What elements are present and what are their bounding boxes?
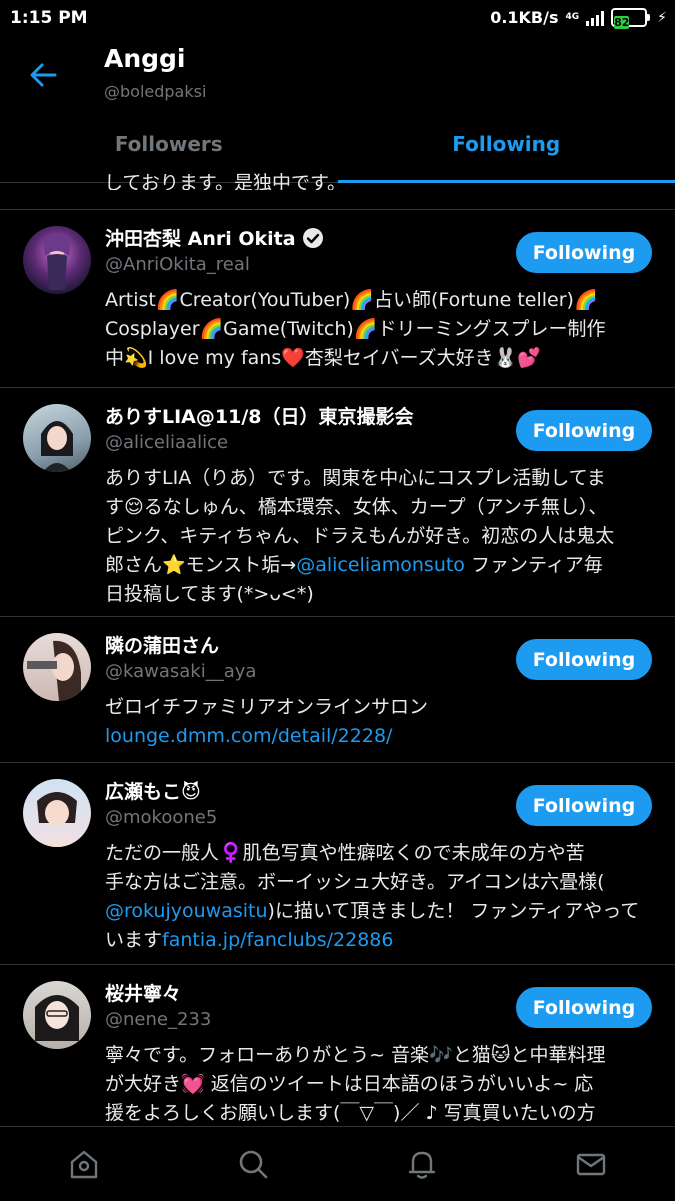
following-button[interactable]: Following (516, 639, 652, 680)
profile-header: Anggi @boledpaksi (0, 36, 675, 120)
bio-line: Artist🌈Creator(YouTuber)🌈占い師(Fortune tel… (105, 286, 650, 315)
bio-link[interactable]: fantia.jp/fanclubs/22886 (162, 929, 393, 951)
battery-icon: 82 (611, 8, 650, 27)
name-row: 隣の蒲田さん (105, 631, 219, 658)
bio-line: 日投稿してます(*>ᴗ<*) (105, 580, 650, 609)
avatar[interactable] (23, 633, 91, 701)
bio-line: ピンク、キティちゃん、ドラえもんが好き。初恋の人は鬼太 (105, 522, 650, 551)
following-button[interactable]: Following (516, 232, 652, 273)
bio-line: Cosplayer🌈Game(Twitch)🌈ドリーミングスプレー制作 (105, 315, 650, 344)
bell-icon[interactable] (402, 1144, 442, 1184)
bio-text: )に描いて頂きました！ ファンティアやって (268, 900, 640, 922)
home-icon[interactable] (64, 1144, 104, 1184)
avatar[interactable] (23, 226, 91, 294)
bio-line: す😌るなしゅん、橋本環奈、女体、カープ（アンチ無し）、 (105, 493, 650, 522)
bio-link[interactable]: lounge.dmm.com/detail/2228/ (105, 722, 650, 751)
verified-badge-icon (302, 227, 324, 249)
avatar[interactable] (23, 404, 91, 472)
user-handle[interactable]: @kawasaki__aya (105, 661, 256, 682)
user-bio: ただの一般人♀️肌色写真や性癖呟くので未成年の方や苦 手な方はご注意。ボーイッシ… (105, 839, 650, 955)
bio-text: 郎さん⭐モンスト垢→ (105, 554, 296, 576)
bio-line: いますfantia.jp/fanclubs/22886 (105, 926, 650, 955)
signal-icon (586, 10, 604, 26)
user-bio: ゼロイチファミリアオンラインサロン lounge.dmm.com/detail/… (105, 693, 650, 751)
previous-bio-cutoff: しております。是独中です。 (104, 170, 664, 190)
user-handle[interactable]: @aliceliaalice (105, 432, 228, 453)
bio-line: 寧々です。フォローありがとう~ 音楽🎶と猫🐱と中華料理 (105, 1041, 650, 1070)
user-bio: Artist🌈Creator(YouTuber)🌈占い師(Fortune tel… (105, 286, 650, 373)
name-row: ありすLIA@11/8（日）東京撮影会 (105, 402, 413, 429)
user-name[interactable]: 隣の蒲田さん (105, 631, 219, 658)
bio-line: 手な方はご注意。ボーイッシュ大好き。アイコンは六畳様( (105, 868, 650, 897)
status-bar: 1:15 PM 0.1KB/s 4G 82 ⚡ (0, 0, 675, 36)
status-indicators: 0.1KB/s 4G 82 ⚡ (490, 8, 667, 27)
network-type: 4G (566, 13, 580, 22)
profile-handle: @boledpaksi (104, 82, 206, 101)
following-button[interactable]: Following (516, 785, 652, 826)
list-item[interactable]: 隣の蒲田さん @kawasaki__aya Following ゼロイチファミリ… (0, 616, 675, 762)
following-list: 沖田杏梨 Anri Okita @AnriOkita_real Followin… (0, 209, 675, 1135)
list-item[interactable]: ありすLIA@11/8（日）東京撮影会 @aliceliaalice Follo… (0, 387, 675, 616)
user-name[interactable]: 桜井寧々 (105, 979, 181, 1006)
bottom-navigation (0, 1126, 675, 1201)
user-handle[interactable]: @AnriOkita_real (105, 254, 250, 275)
charging-icon: ⚡ (657, 10, 667, 26)
user-handle[interactable]: @nene_233 (105, 1009, 211, 1030)
bio-line: ゼロイチファミリアオンラインサロン (105, 693, 650, 722)
user-bio: 寧々です。フォローありがとう~ 音楽🎶と猫🐱と中華料理 が大好き💓 返信のツイー… (105, 1041, 650, 1128)
mention-link[interactable]: @rokujyouwasitu (105, 900, 268, 922)
user-name[interactable]: ありすLIA@11/8（日）東京撮影会 (105, 402, 413, 429)
bio-line: ただの一般人♀️肌色写真や性癖呟くので未成年の方や苦 (105, 839, 650, 868)
battery-level: 82 (614, 16, 629, 29)
mention-link[interactable]: @aliceliamonsuto (296, 554, 465, 576)
avatar[interactable] (23, 779, 91, 847)
following-button[interactable]: Following (516, 987, 652, 1028)
bio-line: が大好き💓 返信のツイートは日本語のほうがいいよ~ 応 (105, 1070, 650, 1099)
list-item[interactable]: 桜井寧々 @nene_233 Following 寧々です。フォローありがとう~… (0, 964, 675, 1135)
user-name[interactable]: 広瀬もこ😈 (105, 777, 201, 804)
bio-line: ありすLIA（りあ）です。関東を中心にコスプレ活動してま (105, 464, 650, 493)
user-name[interactable]: 沖田杏梨 Anri Okita (105, 224, 296, 251)
list-item[interactable]: 沖田杏梨 Anri Okita @AnriOkita_real Followin… (0, 209, 675, 387)
mail-icon[interactable] (571, 1144, 611, 1184)
search-icon[interactable] (233, 1144, 273, 1184)
avatar[interactable] (23, 981, 91, 1049)
bio-text: います (105, 929, 162, 951)
name-row: 沖田杏梨 Anri Okita (105, 224, 324, 251)
user-handle[interactable]: @mokoone5 (105, 807, 217, 828)
bio-line: 援をよろしくお願いします(￣▽￣)／ ♪ 写真買いたいの方 (105, 1099, 650, 1128)
bio-line: @rokujyouwasitu)に描いて頂きました！ ファンティアやって (105, 897, 650, 926)
bio-line: 郎さん⭐モンスト垢→@aliceliamonsuto ファンティア毎 (105, 551, 650, 580)
bio-line: 中💫I love my fans❤️杏梨セイバーズ大好き🐰💕 (105, 344, 650, 373)
name-row: 広瀬もこ😈 (105, 777, 201, 804)
profile-name: Anggi (104, 44, 186, 73)
list-item[interactable]: 広瀬もこ😈 @mokoone5 Following ただの一般人♀️肌色写真や性… (0, 762, 675, 964)
following-button[interactable]: Following (516, 410, 652, 451)
name-row: 桜井寧々 (105, 979, 181, 1006)
user-bio: ありすLIA（りあ）です。関東を中心にコスプレ活動してま す😌るなしゅん、橋本環… (105, 464, 650, 609)
network-speed: 0.1KB/s (490, 8, 558, 27)
bio-text: ファンティア毎 (465, 554, 603, 576)
status-time: 1:15 PM (10, 8, 88, 28)
back-arrow-icon[interactable] (26, 58, 60, 92)
